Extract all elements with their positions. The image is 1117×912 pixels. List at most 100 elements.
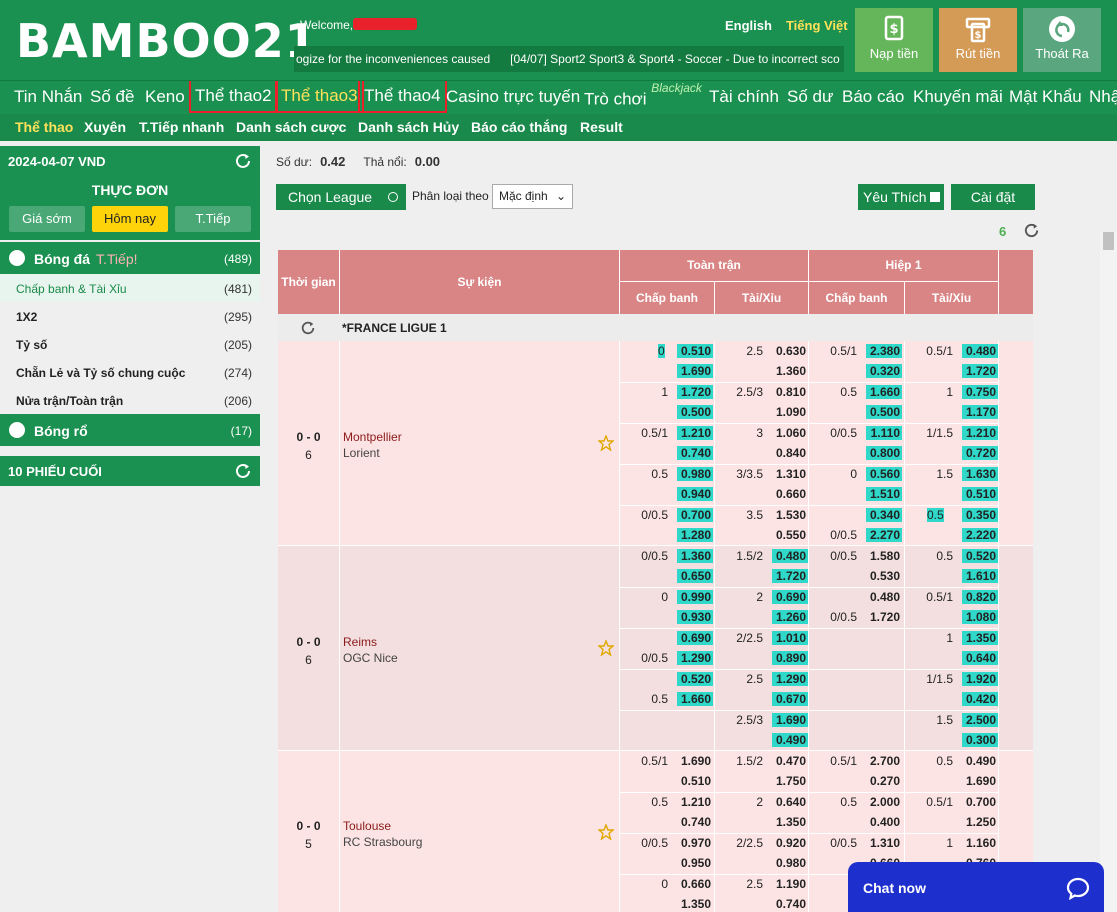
odds-value[interactable]: 1.010 — [772, 631, 808, 645]
odds-value[interactable]: 1.690 — [677, 754, 713, 768]
odds-value[interactable]: 0.660 — [677, 877, 713, 891]
away-team[interactable]: OGC Nice — [343, 651, 619, 665]
odds-value[interactable]: 0.980 — [772, 856, 808, 870]
odds-value[interactable]: 0.490 — [772, 733, 808, 747]
odds-value[interactable]: 1.110 — [866, 426, 902, 440]
odds-value[interactable]: 0.890 — [772, 651, 808, 665]
odds-value[interactable]: 2.500 — [962, 713, 998, 727]
odds-value[interactable]: 1.060 — [772, 426, 808, 440]
favorite-star-icon[interactable] — [598, 434, 614, 451]
odds-value[interactable]: 0.500 — [677, 405, 713, 419]
odds-value[interactable]: 0.820 — [962, 590, 998, 604]
odds-value[interactable]: 1.630 — [962, 467, 998, 481]
refresh-icon[interactable] — [234, 152, 252, 170]
nav-casino[interactable]: Casino trực tuyến — [446, 87, 580, 107]
home-team[interactable]: Reims — [343, 635, 619, 649]
subnav-bet-list[interactable]: Danh sách cược — [236, 119, 346, 135]
subnav-result[interactable]: Result — [580, 119, 623, 135]
odds-value[interactable]: 0.990 — [677, 590, 713, 604]
odds-value[interactable]: 1.360 — [677, 549, 713, 563]
sidebar-item-1x2[interactable]: 1X2 (295) — [0, 302, 260, 330]
odds-value[interactable]: 0.970 — [677, 836, 713, 850]
odds-value[interactable]: 0.470 — [772, 754, 808, 768]
odds-value[interactable]: 0.740 — [677, 446, 713, 460]
odds-value[interactable]: 1.170 — [962, 405, 998, 419]
odds-value[interactable]: 0.320 — [866, 364, 902, 378]
odds-value[interactable]: 1.350 — [772, 815, 808, 829]
subnav-parlay[interactable]: Xuyên — [84, 119, 126, 135]
odds-value[interactable]: 0.480 — [866, 590, 902, 604]
odds-value[interactable]: 0.520 — [962, 549, 998, 563]
favorite-star-icon[interactable] — [598, 639, 614, 656]
odds-value[interactable]: 1.610 — [962, 569, 998, 583]
nav-promotions[interactable]: Khuyến mãi — [913, 87, 1003, 107]
odds-value[interactable]: 0.940 — [677, 487, 713, 501]
refresh-icon[interactable] — [300, 320, 316, 336]
odds-value[interactable]: 1.250 — [962, 815, 998, 829]
subnav-cancel-list[interactable]: Danh sách Hủy — [358, 119, 459, 135]
subnav-win-report[interactable]: Báo cáo thắng — [471, 119, 567, 135]
odds-value[interactable]: 1.080 — [962, 610, 998, 624]
tab-early[interactable]: Giá sớm — [9, 206, 85, 232]
sort-select[interactable]: Mặc định ⌄ — [492, 184, 573, 209]
odds-value[interactable]: 2.700 — [866, 754, 902, 768]
sidebar-item-ht-ft[interactable]: Nửa trận/Toàn trận (206) — [0, 386, 260, 414]
odds-value[interactable]: 0.420 — [962, 692, 998, 706]
odds-value[interactable]: 2.380 — [866, 344, 902, 358]
odds-value[interactable]: 0.750 — [962, 385, 998, 399]
home-team[interactable]: Toulouse — [343, 819, 619, 833]
nav-password[interactable]: Mật Khẩu — [1009, 87, 1082, 107]
odds-value[interactable]: 0.500 — [866, 405, 902, 419]
scrollbar-thumb[interactable] — [1103, 232, 1114, 250]
odds-value[interactable]: 1.260 — [772, 610, 808, 624]
odds-value[interactable]: 2.000 — [866, 795, 902, 809]
odds-value[interactable]: 0.980 — [677, 467, 713, 481]
odds-value[interactable]: 0.400 — [866, 815, 902, 829]
settings-button[interactable]: Cài đặt — [951, 184, 1035, 210]
nav-keno[interactable]: Keno — [145, 87, 185, 107]
odds-value[interactable]: 0.740 — [772, 897, 808, 911]
odds-value[interactable]: 1.920 — [962, 672, 998, 686]
sidebar-item-hdp-ou[interactable]: Chấp banh & Tài Xỉu (481) — [0, 274, 260, 302]
odds-value[interactable]: 0.700 — [677, 508, 713, 522]
odds-value[interactable]: 0.340 — [866, 508, 902, 522]
odds-value[interactable]: 1.350 — [962, 631, 998, 645]
favorite-star-icon[interactable] — [598, 824, 614, 840]
odds-value[interactable]: 0.670 — [772, 692, 808, 706]
odds-value[interactable]: 0.510 — [962, 487, 998, 501]
odds-value[interactable]: 1.690 — [772, 713, 808, 727]
odds-value[interactable]: 1.690 — [962, 774, 998, 788]
chat-widget[interactable]: Chat now — [848, 862, 1104, 912]
odds-value[interactable]: 1.720 — [866, 610, 902, 624]
odds-value[interactable]: 1.720 — [772, 569, 808, 583]
odds-value[interactable]: 0.300 — [962, 733, 998, 747]
odds-value[interactable]: 0.490 — [962, 754, 998, 768]
subnav-live-quick[interactable]: T.Tiếp nhanh — [139, 119, 224, 135]
odds-value[interactable]: 0.700 — [962, 795, 998, 809]
odds-value[interactable]: 1.090 — [772, 405, 808, 419]
odds-value[interactable]: 0.920 — [772, 836, 808, 850]
lang-vietnamese[interactable]: Tiếng Việt — [786, 18, 848, 33]
nav-messages[interactable]: Tin Nhắn — [14, 87, 82, 107]
odds-value[interactable]: 0.950 — [677, 856, 713, 870]
sidebar-item-odd-even[interactable]: Chẵn Lẻ và Tỷ số chung cuộc (274) — [0, 358, 260, 386]
nav-lottery[interactable]: Số đề — [90, 87, 134, 107]
odds-value[interactable]: 1.660 — [866, 385, 902, 399]
odds-value[interactable]: 2.220 — [962, 528, 998, 542]
logo[interactable]: BAMBOO21 — [16, 14, 318, 68]
odds-value[interactable]: 1.360 — [772, 364, 808, 378]
odds-value[interactable]: 1.750 — [772, 774, 808, 788]
odds-value[interactable]: 0.740 — [677, 815, 713, 829]
withdraw-button[interactable]: $ Rút tiền — [939, 8, 1017, 72]
odds-value[interactable]: 0.630 — [772, 344, 808, 358]
odds-value[interactable]: 0.530 — [866, 569, 902, 583]
odds-value[interactable]: 0.690 — [772, 590, 808, 604]
nav-more[interactable]: Nhậ — [1089, 87, 1117, 107]
odds-value[interactable]: 1.210 — [677, 795, 713, 809]
subnav-sports[interactable]: Thể thao — [15, 119, 73, 135]
odds-value[interactable]: 1.310 — [866, 836, 902, 850]
odds-value[interactable]: 0.840 — [772, 446, 808, 460]
odds-value[interactable]: 0.800 — [866, 446, 902, 460]
odds-value[interactable]: 1.510 — [866, 487, 902, 501]
odds-value[interactable]: 1.160 — [962, 836, 998, 850]
